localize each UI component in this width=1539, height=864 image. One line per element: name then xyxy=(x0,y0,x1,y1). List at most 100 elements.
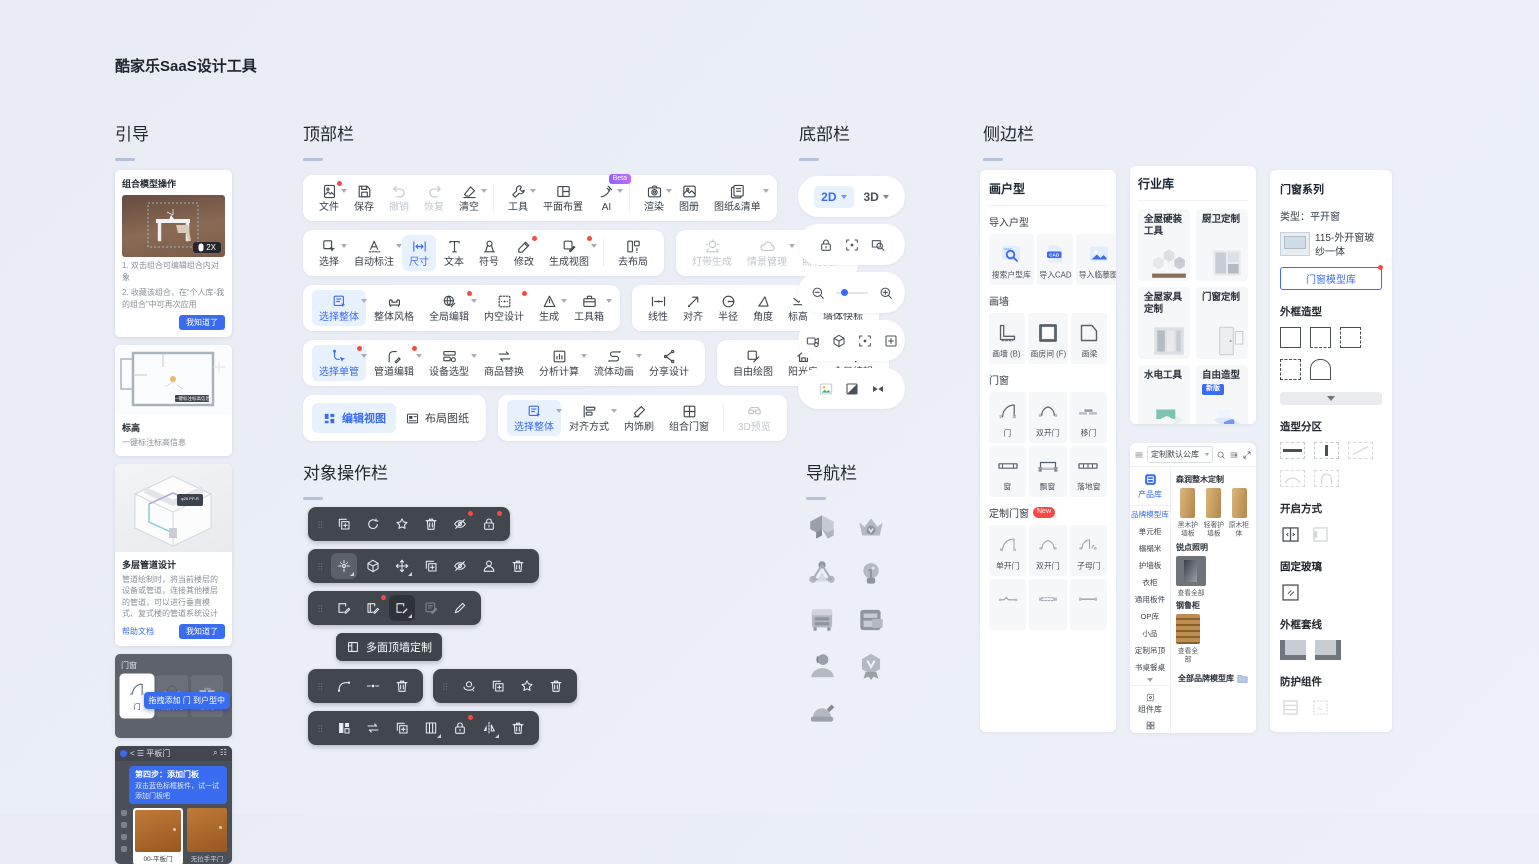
zone-arc-low-icon[interactable] xyxy=(1280,470,1305,487)
toolbar-item-radius[interactable]: 半径 xyxy=(711,290,745,326)
draw-tile-cdoor[interactable]: 单开门 xyxy=(989,525,1026,576)
toolbar-item-render[interactable]: 渲染 xyxy=(637,180,671,216)
filter-icon[interactable] xyxy=(1229,450,1239,460)
draw-tile-poly[interactable]: 画梁 xyxy=(1071,313,1107,364)
object-tool-trash[interactable] xyxy=(505,553,531,579)
zone-arch-icon[interactable] xyxy=(1314,470,1339,487)
toolbar-item-modify[interactable]: 修改 xyxy=(507,235,541,271)
draw-tile-window-floor[interactable]: 落地窗 xyxy=(1070,446,1107,497)
object-tool-walledit2[interactable] xyxy=(360,595,386,621)
guard-net-icon[interactable] xyxy=(1310,697,1331,718)
photocolor-button[interactable] xyxy=(818,381,834,397)
frame-shape-dash-bottom-icon[interactable] xyxy=(1310,327,1331,348)
nav-crown-icon[interactable] xyxy=(855,512,887,544)
object-tool-moverotate[interactable] xyxy=(331,553,357,579)
nav-badge-v-icon[interactable] xyxy=(855,650,887,682)
view-2d-button[interactable]: 2D xyxy=(814,186,853,208)
rail-item[interactable]: 书桌餐桌 xyxy=(1135,659,1165,675)
rail-item[interactable]: 单元柜 xyxy=(1139,523,1162,539)
camset-button[interactable] xyxy=(805,333,821,349)
object-tool-walledit3[interactable] xyxy=(389,595,415,621)
help-doc-link[interactable]: 帮助文档 xyxy=(122,626,154,637)
nav-molecule-icon[interactable] xyxy=(806,558,838,590)
toolbar-item-combowin[interactable]: 组合门窗 xyxy=(662,400,716,436)
toolbar-item-undo[interactable]: 撤销 xyxy=(382,180,416,216)
search-icon[interactable] xyxy=(1216,450,1226,460)
rail-item[interactable]: OP库 xyxy=(1141,608,1160,624)
object-tool-trash[interactable] xyxy=(418,511,444,537)
object-tool-eyeoff[interactable] xyxy=(447,553,473,579)
object-tool-turntable[interactable] xyxy=(456,673,482,699)
object-tool-copyplus[interactable] xyxy=(389,715,415,741)
chevron-down-icon[interactable] xyxy=(1147,678,1153,682)
expand-icon[interactable] xyxy=(1242,450,1252,460)
draw-tile-door-slide[interactable]: 移门 xyxy=(1070,392,1107,443)
toolbar-item-innerbrush[interactable]: 内饰刷 xyxy=(617,400,661,436)
toolbar-item-globaledit[interactable]: 全局编辑 xyxy=(422,290,476,326)
toolbar-item-angle[interactable]: 角度 xyxy=(746,290,780,326)
object-tool-star[interactable] xyxy=(389,511,415,537)
drag-handle-icon[interactable] xyxy=(316,678,325,695)
toolbar-item-selwhole[interactable]: 选择整体 xyxy=(507,400,561,436)
object-tool-copyplus[interactable] xyxy=(418,553,444,579)
toolbar-item-selpipe[interactable]: 选择单管 xyxy=(312,345,366,381)
object-tool-dashdot[interactable] xyxy=(360,673,386,699)
nav-wallet-icon[interactable] xyxy=(855,604,887,636)
lock-button[interactable] xyxy=(818,237,834,253)
object-tool-trash[interactable] xyxy=(505,715,531,741)
frame-shape-arch-icon[interactable] xyxy=(1310,359,1331,380)
toolbar-item-scene[interactable]: 情景管理 xyxy=(740,235,794,271)
toolbar-button-layoutsheet[interactable]: 布局图纸 xyxy=(397,403,477,433)
drag-handle-icon[interactable] xyxy=(316,720,325,737)
bowtie-button[interactable] xyxy=(870,381,886,397)
window-library-button[interactable]: 门窗模型库 xyxy=(1280,267,1382,290)
toolbar-item-calc[interactable]: 分析计算 xyxy=(532,345,586,381)
rail-item[interactable]: 定制吊顶 xyxy=(1135,642,1165,658)
draw-tile-tile-cad[interactable]: CAD导入CAD xyxy=(1037,234,1074,285)
cube-button[interactable] xyxy=(831,333,847,349)
draw-tile-door[interactable]: 门 xyxy=(989,392,1026,443)
toolbar-item-sharedesign[interactable]: 分享设计 xyxy=(642,345,696,381)
toolbar-item-dim[interactable]: 尺寸 xyxy=(402,235,436,271)
object-tool-rotatec[interactable] xyxy=(360,511,386,537)
zoomrect-button[interactable] xyxy=(870,237,886,253)
toolbar-item-preview3d[interactable]: 3D预览 xyxy=(731,400,778,436)
toolbar-item-redo[interactable]: 恢复 xyxy=(417,180,451,216)
toolbar-item-album[interactable]: 图册 xyxy=(672,180,706,216)
object-tool-boardedit[interactable] xyxy=(418,595,444,621)
toolbar-item-layout[interactable]: 平面布置 xyxy=(536,180,590,216)
toolbar-item-symbol[interactable]: 符号 xyxy=(472,235,506,271)
frame-shape-dash-sides-icon[interactable] xyxy=(1340,327,1361,348)
catalog-item[interactable]: 查看全部 xyxy=(1176,556,1206,597)
toolbar-item-freedraw[interactable]: 自由绘图 xyxy=(726,345,780,381)
drag-handle-icon[interactable] xyxy=(316,600,325,617)
toolbar-item-toolbox[interactable]: 工具箱 xyxy=(567,290,611,326)
contrast-button[interactable] xyxy=(844,381,860,397)
zoom-in-button[interactable] xyxy=(878,285,894,301)
draw-tile-room[interactable]: 画房间 (F) xyxy=(1028,313,1069,364)
door-panel[interactable]: 无拉手平门 xyxy=(187,808,227,864)
draw-tile-cdoor-fold[interactable] xyxy=(989,579,1026,630)
all-brand-library-row[interactable]: 全部品牌模型库 xyxy=(1176,672,1251,685)
toolbar-item-genview[interactable]: 生成视图 xyxy=(542,235,596,271)
drag-handle-icon[interactable] xyxy=(316,558,325,575)
toolbar-item-innerdesign[interactable]: 内空设计 xyxy=(477,290,531,326)
catalog-item[interactable]: 黑木护墙板 xyxy=(1176,488,1200,539)
industry-tile[interactable]: 厨卫定制 xyxy=(1196,209,1248,281)
draw-tile-cdoor-double[interactable]: 双开门 xyxy=(1029,525,1066,576)
draw-tile-wall-l[interactable]: 画墙 (B) xyxy=(989,313,1025,364)
toolbar-item-align[interactable]: 对齐 xyxy=(676,290,710,326)
object-tool-trash[interactable] xyxy=(543,673,569,699)
toolbar-item-alignmode[interactable]: 对齐方式 xyxy=(562,400,616,436)
object-tool-cube[interactable] xyxy=(360,553,386,579)
object-tool-lock[interactable] xyxy=(447,715,473,741)
focus-button[interactable] xyxy=(857,333,873,349)
object-tool-arc[interactable] xyxy=(331,673,357,699)
object-tool-swap[interactable] xyxy=(360,715,386,741)
toolbar-item-ai[interactable]: BetaAI xyxy=(591,180,622,216)
toolbar-item-wrench[interactable]: 工具 xyxy=(501,180,535,216)
collapse-bar[interactable] xyxy=(1280,392,1382,405)
draw-tile-window[interactable]: 窗 xyxy=(989,446,1026,497)
hamburger-icon[interactable] xyxy=(1134,450,1144,460)
drag-handle-icon[interactable] xyxy=(441,678,450,695)
